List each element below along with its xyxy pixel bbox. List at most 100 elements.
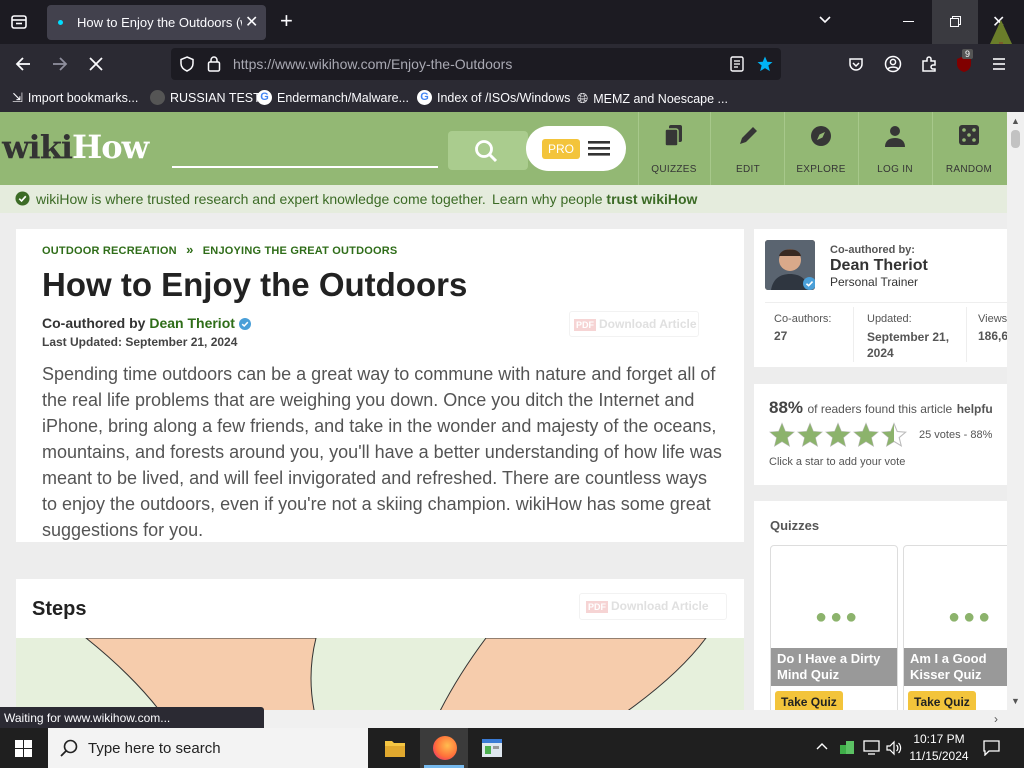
notification-icon[interactable]: [983, 740, 1000, 756]
nav-divider: [710, 112, 711, 185]
volume-icon[interactable]: [886, 740, 902, 756]
pro-menu-button[interactable]: PRO: [526, 126, 626, 171]
stat-coauthors: Co-authors: 27: [774, 313, 831, 343]
puzzle-icon[interactable]: [920, 55, 938, 73]
pencil-icon: [740, 127, 757, 144]
site-search-input[interactable]: [172, 166, 438, 168]
search-icon: [60, 739, 78, 757]
vertical-scrollbar[interactable]: ▲ ▼: [1007, 112, 1024, 710]
app-window-icon[interactable]: [481, 738, 503, 758]
tab-list-icon[interactable]: [10, 13, 28, 31]
list-all-tabs-icon[interactable]: [818, 13, 832, 27]
stop-loading-icon[interactable]: [87, 55, 105, 73]
compass-icon: [811, 126, 831, 146]
take-quiz-button[interactable]: Take Quiz: [775, 691, 843, 710]
dice-icon: [959, 125, 979, 145]
breadcrumb-item[interactable]: OUTDOOR RECREATION: [42, 245, 177, 257]
clock-time: 10:17 PM: [913, 732, 965, 746]
rating-summary: 88% of readers found this article helpfu: [769, 398, 993, 418]
bookmark-label: Endermanch/Malware...: [277, 90, 410, 105]
url-text[interactable]: https://www.wikihow.com/Enjoy-the-Outdoo…: [233, 56, 512, 72]
new-tab-icon[interactable]: +: [280, 10, 293, 32]
firefox-taskbar-button[interactable]: [420, 728, 468, 768]
quizzes-card: Quizzes ●●● Do I Have a Dirty Mind Quiz …: [754, 501, 1007, 710]
quiz-title: Do I Have a Dirty Mind Quiz: [771, 648, 897, 686]
star-icon[interactable]: [853, 422, 879, 448]
breadcrumb: OUTDOOR RECREATION » ENJOYING THE GREAT …: [42, 242, 397, 257]
status-bar: Waiting for www.wikihow.com...: [0, 707, 264, 729]
bookmark-item[interactable]: RUSSIAN TEST: [150, 90, 261, 105]
nav-explore[interactable]: EXPLORE: [785, 112, 857, 185]
breadcrumb-item[interactable]: ENJOYING THE GREAT OUTDOORS: [203, 245, 398, 257]
taskbar-search[interactable]: Type here to search: [48, 728, 368, 768]
nav-label: RANDOM: [945, 164, 993, 175]
stat-value: 186,6: [978, 329, 1007, 343]
bookmark-item[interactable]: 🌐︎ MEMZ and Noescape ...: [577, 90, 728, 107]
network-icon[interactable]: [863, 740, 880, 755]
reader-view-icon[interactable]: [730, 56, 744, 72]
web-page: wikiHow PRO QUIZZES EDIT EXPLORE LOG IN: [0, 112, 1007, 710]
account-icon[interactable]: [884, 55, 902, 73]
site-search-button[interactable]: [448, 131, 528, 170]
star-icon[interactable]: [825, 422, 851, 448]
rating-bold: helpfu: [956, 402, 993, 416]
trust-link[interactable]: Learn why people trust wikiHow: [492, 191, 697, 207]
restore-button[interactable]: [932, 0, 978, 44]
nav-quizzes[interactable]: QUIZZES: [638, 112, 710, 185]
take-quiz-button[interactable]: Take Quiz: [908, 691, 976, 710]
quiz-card[interactable]: ●●● Am I a Good Kisser Quiz Take Quiz: [903, 545, 1007, 710]
trust-link-bold: trust wikiHow: [606, 191, 698, 207]
nav-login[interactable]: LOG IN: [859, 112, 931, 185]
coauthored-label: Co-authored by:: [830, 244, 915, 256]
tray-app-icon[interactable]: [839, 739, 855, 755]
author-avatar[interactable]: [765, 240, 815, 290]
steps-card: Steps PDF Download Article: [16, 579, 744, 710]
download-label: Download Article: [599, 317, 697, 331]
bookmark-item[interactable]: G Index of /ISOs/Windows: [417, 90, 570, 105]
bookmark-item[interactable]: G Endermanch/Malware...: [257, 90, 409, 105]
download-article-button[interactable]: PDF Download Article: [569, 311, 699, 337]
nav-edit[interactable]: EDIT: [712, 112, 784, 185]
scroll-down-icon[interactable]: ▼: [1011, 696, 1020, 706]
start-button[interactable]: [15, 740, 32, 757]
back-icon[interactable]: [14, 55, 32, 73]
sidebar-author-name[interactable]: Dean Theriot: [830, 257, 928, 275]
star-icon[interactable]: [769, 422, 795, 448]
wikihow-logo[interactable]: wikiHow: [2, 128, 149, 166]
taskbar-search-placeholder: Type here to search: [88, 740, 221, 757]
tray-chevron-icon[interactable]: [816, 741, 828, 753]
quiz-card[interactable]: ●●● Do I Have a Dirty Mind Quiz Take Qui…: [770, 545, 898, 710]
nav-random[interactable]: RANDOM: [933, 112, 1005, 185]
step-illustration: [16, 638, 744, 710]
address-bar[interactable]: https://www.wikihow.com/Enjoy-the-Outdoo…: [171, 48, 781, 80]
forward-icon[interactable]: [51, 55, 69, 73]
author-link[interactable]: Dean Theriot: [149, 315, 235, 331]
stat-value: September 21, 2024: [867, 330, 950, 360]
stat-value: 27: [774, 329, 788, 343]
clock[interactable]: 10:17 PM 11/15/2024: [904, 731, 974, 765]
lock-icon[interactable]: [207, 55, 221, 72]
scroll-up-icon[interactable]: ▲: [1011, 116, 1020, 126]
rating-percent: 88%: [769, 398, 804, 417]
bookmarks-toolbar: ⇲ Import bookmarks... RUSSIAN TEST G End…: [0, 84, 1024, 112]
steps-download-button[interactable]: PDF Download Article: [579, 593, 727, 620]
scroll-thumb[interactable]: [1011, 130, 1020, 148]
tab-close-icon[interactable]: ✕: [245, 12, 258, 32]
menu-icon[interactable]: [992, 57, 1006, 71]
star-icon[interactable]: [881, 422, 907, 448]
windows-taskbar: Type here to search 10:17 PM 11/15/2024: [0, 728, 1024, 768]
tab-title: How to Enjoy the Outdoors (wit: [77, 15, 242, 30]
bookmark-item[interactable]: ⇲ Import bookmarks...: [12, 90, 138, 106]
star-icon[interactable]: [797, 422, 823, 448]
extensions-icon[interactable]: [848, 56, 864, 72]
ublock-icon[interactable]: 9: [955, 49, 974, 73]
tab-active[interactable]: How to Enjoy the Outdoors (wit ✕: [47, 5, 266, 40]
minimize-icon[interactable]: [903, 21, 914, 22]
rating-card: 88% of readers found this article helpfu…: [754, 384, 1007, 485]
bookmark-star-icon[interactable]: [756, 55, 774, 73]
star-rating[interactable]: [769, 422, 909, 448]
scroll-right-icon[interactable]: ›: [994, 712, 998, 726]
tracking-shield-icon[interactable]: [179, 56, 195, 72]
bookmark-label: Index of /ISOs/Windows: [437, 90, 571, 105]
file-explorer-icon[interactable]: [384, 738, 406, 758]
